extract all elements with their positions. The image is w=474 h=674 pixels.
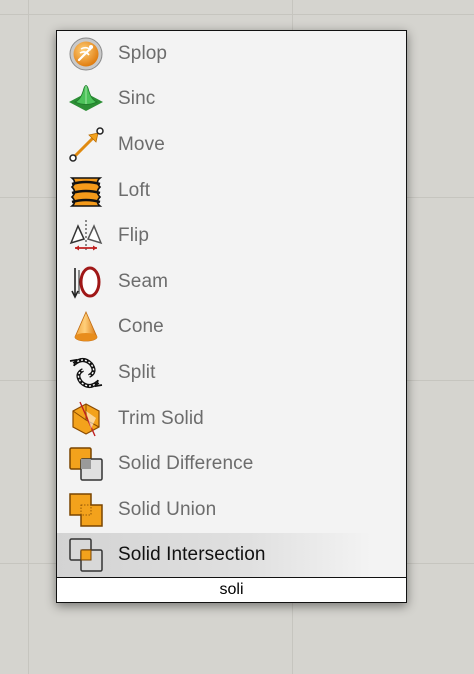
menu-item-label: Solid Intersection xyxy=(118,544,266,566)
menu-item-cone[interactable]: Cone xyxy=(57,305,406,351)
menu-item-label: Loft xyxy=(118,179,151,201)
solid-intersection-icon xyxy=(67,536,105,574)
component-search-popup: Splop Sinc Move Loft Flip Seam Cone Spli… xyxy=(56,30,407,603)
menu-item-move[interactable]: Move xyxy=(57,122,406,168)
menu-item-split[interactable]: Split xyxy=(57,350,406,396)
menu-item-solid-difference[interactable]: Solid Difference xyxy=(57,441,406,487)
menu-item-loft[interactable]: Loft xyxy=(57,168,406,214)
trim-solid-icon xyxy=(67,400,105,438)
menu-item-label: Splop xyxy=(118,42,168,64)
menu-item-splop[interactable]: Splop xyxy=(57,31,406,77)
menu-item-label: Sinc xyxy=(118,88,156,110)
menu-item-solid-intersection[interactable]: Solid Intersection xyxy=(57,532,406,579)
split-icon xyxy=(67,354,105,392)
solid-union-icon xyxy=(67,491,105,529)
menu-item-label: Move xyxy=(118,133,165,155)
menu-item-label: Solid Difference xyxy=(118,453,254,475)
menu-item-label: Cone xyxy=(118,316,164,338)
search-input[interactable]: soli xyxy=(57,577,406,602)
move-icon xyxy=(67,126,105,164)
menu-item-flip[interactable]: Flip xyxy=(57,213,406,259)
splop-icon xyxy=(67,35,105,73)
menu-item-label: Split xyxy=(118,361,156,383)
menu-item-label: Flip xyxy=(118,225,150,247)
seam-icon xyxy=(67,263,105,301)
menu-item-seam[interactable]: Seam xyxy=(57,259,406,305)
menu-item-label: Trim Solid xyxy=(118,407,204,429)
loft-icon xyxy=(67,172,105,210)
solid-difference-icon xyxy=(67,445,105,483)
search-results-list: Splop Sinc Move Loft Flip Seam Cone Spli… xyxy=(57,31,406,579)
menu-item-label: Seam xyxy=(118,270,169,292)
sinc-icon xyxy=(67,80,105,118)
menu-item-sinc[interactable]: Sinc xyxy=(57,77,406,123)
menu-item-solid-union[interactable]: Solid Union xyxy=(57,487,406,533)
cone-icon xyxy=(67,308,105,346)
menu-item-label: Solid Union xyxy=(118,498,217,520)
menu-item-trim-solid[interactable]: Trim Solid xyxy=(57,396,406,442)
flip-icon xyxy=(67,217,105,255)
